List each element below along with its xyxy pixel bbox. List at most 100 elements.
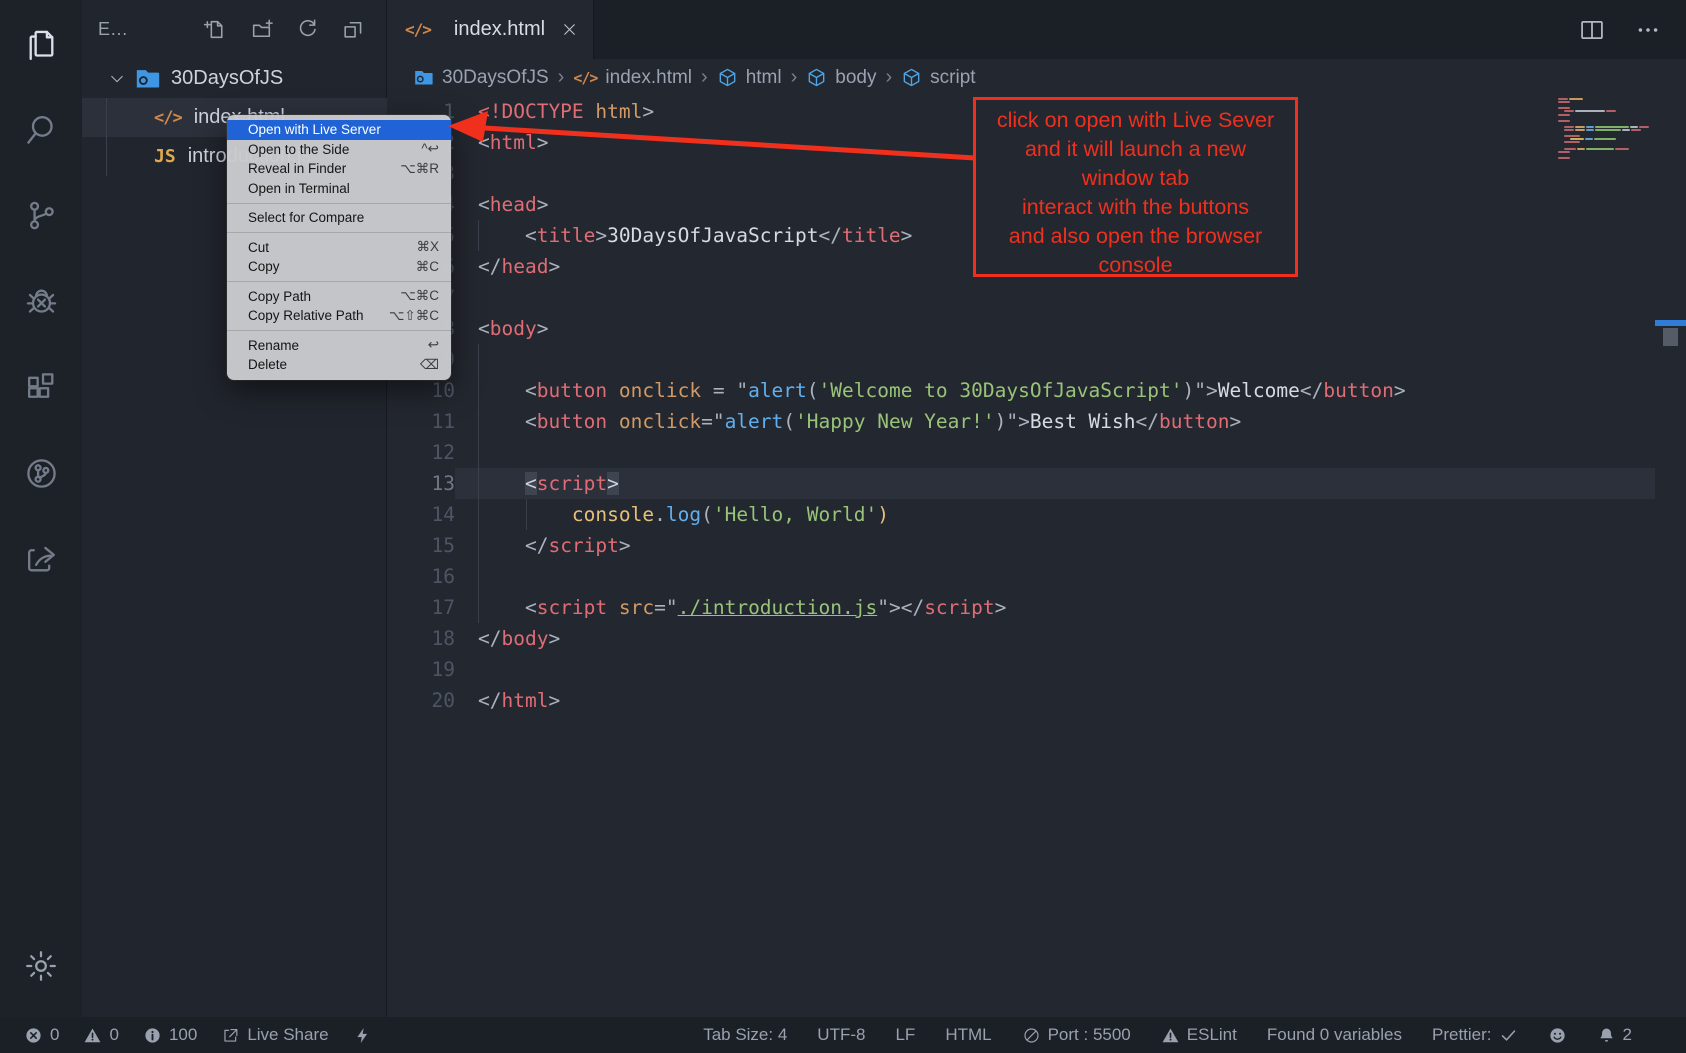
- tab-bar: </> index.html: [387, 0, 1686, 59]
- status-problems-errors[interactable]: 0: [24, 1025, 59, 1045]
- code-line-content[interactable]: [455, 437, 1686, 468]
- code-line-8: 8<body>: [387, 313, 1686, 344]
- status-encoding[interactable]: UTF-8: [817, 1025, 865, 1045]
- menu-item-label: Cut: [248, 240, 406, 255]
- status-live-server-port[interactable]: Port : 5500: [1022, 1025, 1131, 1045]
- breadcrumb-script[interactable]: script: [901, 67, 975, 89]
- explorer-icon: [23, 25, 60, 62]
- tab-index-html[interactable]: </> index.html: [387, 0, 594, 59]
- line-number: 20: [387, 685, 455, 716]
- menu-item-open-with-live-server[interactable]: Open with Live Server: [227, 120, 451, 140]
- collapse-all-button[interactable]: [337, 14, 369, 46]
- tab-label: index.html: [454, 18, 545, 41]
- warning-triangle-icon: [83, 1026, 102, 1045]
- status-label: HTML: [945, 1025, 991, 1045]
- menu-item-shortcut: ⌥⇧⌘C: [389, 308, 439, 324]
- activity-search-button[interactable]: [17, 105, 65, 153]
- menu-item-open-in-terminal[interactable]: Open in Terminal: [227, 179, 451, 199]
- breadcrumb-body[interactable]: body: [806, 67, 876, 89]
- code-line-15: 15 </script>: [387, 530, 1686, 561]
- activity-gitlens-button[interactable]: [17, 449, 65, 497]
- scrollbar-thumb[interactable]: [1663, 328, 1678, 346]
- settings-button[interactable]: [17, 942, 65, 990]
- status-problems-info[interactable]: 100: [143, 1025, 197, 1045]
- menu-item-shortcut: ⌫: [420, 357, 439, 373]
- breadcrumb-30daysofjs[interactable]: 30DaysOfJS: [413, 67, 549, 89]
- menu-item-cut[interactable]: Cut⌘X: [227, 238, 451, 258]
- code-line-content[interactable]: <body>: [455, 313, 1686, 344]
- status-label: Port : 5500: [1048, 1025, 1131, 1045]
- line-number: 14: [387, 499, 455, 530]
- context-menu: Open with Live ServerOpen to the Side^↩R…: [227, 115, 451, 380]
- live-share-icon: [23, 541, 60, 578]
- status-variables-found[interactable]: Found 0 variables: [1267, 1025, 1402, 1045]
- refresh-button[interactable]: [291, 14, 323, 46]
- activity-live-share-button[interactable]: [17, 535, 65, 583]
- menu-separator: [227, 232, 451, 233]
- activity-extensions-button[interactable]: [17, 363, 65, 411]
- menu-item-copy-path[interactable]: Copy Path⌥⌘C: [227, 287, 451, 307]
- line-number: 15: [387, 530, 455, 561]
- minimap[interactable]: [1558, 98, 1652, 168]
- status-language-mode[interactable]: HTML: [945, 1025, 991, 1045]
- code-line-content[interactable]: <button onclick = "alert('Welcome to 30D…: [455, 375, 1686, 406]
- more-actions-button[interactable]: [1634, 16, 1662, 44]
- code-line-content[interactable]: </html>: [455, 685, 1686, 716]
- breadcrumb-separator: ›: [791, 66, 798, 89]
- code-line-content[interactable]: [455, 654, 1686, 685]
- activity-source-control-button[interactable]: [17, 191, 65, 239]
- tab-close-icon[interactable]: [560, 20, 579, 39]
- code-line-content[interactable]: </body>: [455, 623, 1686, 654]
- activity-explorer-button[interactable]: [17, 19, 65, 67]
- indent-guide: [478, 375, 479, 406]
- menu-item-open-to-the-side[interactable]: Open to the Side^↩: [227, 140, 451, 160]
- code-line-18: 18</body>: [387, 623, 1686, 654]
- split-editor-button[interactable]: [1578, 16, 1606, 44]
- annotation-line: interact with the buttons: [976, 193, 1295, 222]
- menu-item-copy[interactable]: Copy⌘C: [227, 257, 451, 277]
- status-eol[interactable]: LF: [895, 1025, 915, 1045]
- menu-item-select-for-compare[interactable]: Select for Compare: [227, 208, 451, 228]
- status-live-server-action[interactable]: [353, 1026, 372, 1045]
- code-line-content[interactable]: [455, 344, 1686, 375]
- menu-item-label: Open to the Side: [248, 142, 411, 157]
- menu-item-rename[interactable]: Rename↩: [227, 336, 451, 356]
- js-file-icon: JS: [154, 146, 176, 167]
- status-live-share[interactable]: Live Share: [221, 1025, 328, 1045]
- code-line-content[interactable]: <script src="./introduction.js"></script…: [455, 592, 1686, 623]
- search-icon: [23, 111, 60, 148]
- menu-item-label: Delete: [248, 357, 410, 372]
- menu-item-shortcut: ⌥⌘C: [400, 288, 439, 304]
- status-prettier[interactable]: Prettier:: [1432, 1025, 1518, 1045]
- status-label: ESLint: [1187, 1025, 1237, 1045]
- status-notifications[interactable]: 2: [1597, 1025, 1632, 1045]
- code-line-content[interactable]: <button onclick="alert('Happy New Year!'…: [455, 406, 1686, 437]
- status-problems-warnings[interactable]: 0: [83, 1025, 118, 1045]
- breadcrumb-html[interactable]: html: [717, 67, 782, 89]
- tree-item-30daysofjs[interactable]: 30DaysOfJS: [82, 59, 387, 98]
- code-line-content[interactable]: [455, 561, 1686, 592]
- smiley-icon: [1548, 1026, 1567, 1045]
- new-file-button[interactable]: [199, 14, 231, 46]
- line-number: 12: [387, 437, 455, 468]
- error-circle-icon: [24, 1026, 43, 1045]
- status-tab-size[interactable]: Tab Size: 4: [703, 1025, 787, 1045]
- cube-icon: [717, 67, 738, 88]
- menu-item-copy-relative-path[interactable]: Copy Relative Path⌥⇧⌘C: [227, 306, 451, 326]
- activity-debug-button[interactable]: [17, 277, 65, 325]
- code-line-content[interactable]: <script>: [455, 468, 1655, 499]
- code-line-content[interactable]: [455, 282, 1686, 313]
- code-line-content[interactable]: console.log('Hello, World'): [455, 499, 1686, 530]
- menu-item-delete[interactable]: Delete ⌫: [227, 355, 451, 375]
- new-folder-button[interactable]: [245, 14, 277, 46]
- indent-guide: [478, 530, 479, 561]
- activity-bar: [0, 0, 82, 1017]
- menu-item-reveal-in-finder[interactable]: Reveal in Finder⌥⌘R: [227, 159, 451, 179]
- code-line-content[interactable]: </script>: [455, 530, 1686, 561]
- breadcrumb-separator: ›: [558, 66, 565, 89]
- status-label: 0: [109, 1025, 118, 1045]
- breadcrumb-index-html[interactable]: </>index.html: [573, 67, 692, 89]
- status-feedback[interactable]: [1548, 1026, 1567, 1045]
- menu-item-label: Open with Live Server: [248, 122, 439, 137]
- status-eslint[interactable]: ESLint: [1161, 1025, 1237, 1045]
